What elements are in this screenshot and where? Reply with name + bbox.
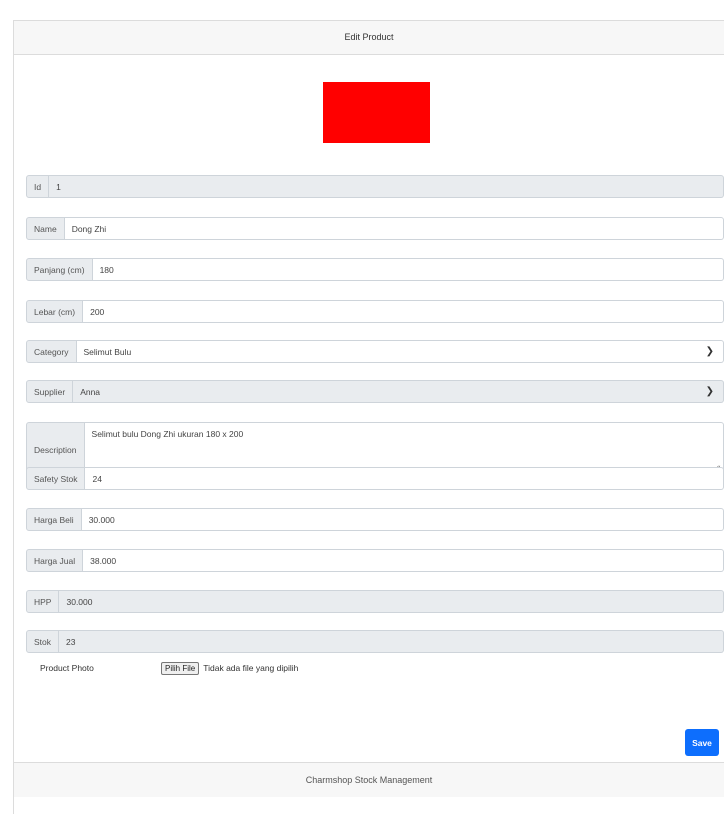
name-label: Name (26, 217, 65, 240)
lebar-input[interactable]: 200 (83, 300, 724, 323)
chevron-down-icon: ❯ (705, 386, 714, 397)
safety-stok-input[interactable]: 24 (85, 467, 724, 490)
lebar-row: Lebar (cm) 200 (26, 300, 724, 323)
save-button[interactable]: Save (685, 729, 719, 756)
stok-label: Stok (26, 630, 60, 653)
chevron-down-icon: ❯ (705, 346, 714, 357)
harga-beli-row: Harga Beli 30.000 (26, 508, 724, 531)
description-text: Selimut bulu Dong Zhi ukuran 180 x 200 (91, 429, 244, 439)
file-status-text: Tidak ada file yang dipilih (203, 663, 299, 673)
harga-jual-input[interactable]: 38.000 (83, 549, 724, 572)
harga-jual-label: Harga Jual (26, 549, 84, 572)
safety-stok-row: Safety Stok 24 (26, 467, 724, 490)
footer: Charmshop Stock Management (14, 762, 724, 797)
harga-jual-row: Harga Jual 38.000 (26, 549, 724, 572)
id-label: Id (26, 175, 50, 198)
category-row: Category Selimut Bulu ❯ (26, 340, 724, 363)
hpp-field: 30.000 (59, 590, 724, 613)
category-label: Category (26, 340, 77, 363)
name-input[interactable]: Dong Zhi (64, 217, 724, 240)
panjang-label: Panjang (cm) (26, 258, 93, 281)
product-photo-label: Product Photo (40, 663, 94, 673)
category-select[interactable]: Selimut Bulu ❯ (76, 340, 724, 363)
id-field: 1 (49, 175, 724, 198)
name-row: Name Dong Zhi (26, 217, 724, 240)
footer-text: Charmshop Stock Management (305, 775, 433, 785)
product-photo-row: Product Photo Pilih File Tidak ada file … (40, 659, 298, 677)
category-selected-value: Selimut Bulu (83, 346, 132, 357)
safety-stok-label: Safety Stok (26, 467, 86, 490)
hpp-label: HPP (26, 590, 60, 613)
id-row: Id 1 (26, 175, 724, 198)
supplier-label: Supplier (26, 380, 74, 403)
harga-beli-label: Harga Beli (26, 508, 82, 531)
product-photo-preview (323, 82, 430, 143)
card-header-title: Edit Product (14, 21, 724, 55)
hpp-row: HPP 30.000 (26, 590, 724, 613)
harga-beli-input[interactable]: 30.000 (81, 508, 724, 531)
panjang-row: Panjang (cm) 180 (26, 258, 724, 281)
lebar-label: Lebar (cm) (26, 300, 84, 323)
stok-row: Stok 23 (26, 630, 724, 653)
stok-field: 23 (59, 630, 724, 653)
supplier-selected-value: Anna (80, 386, 101, 397)
supplier-row: Supplier Anna ❯ (26, 380, 724, 403)
panjang-input[interactable]: 180 (92, 258, 724, 281)
choose-file-button[interactable]: Pilih File (161, 661, 200, 675)
supplier-select[interactable]: Anna ❯ (73, 380, 724, 403)
edit-product-card: Edit Product Id 1 Name Dong Zhi Panjang … (13, 20, 724, 814)
